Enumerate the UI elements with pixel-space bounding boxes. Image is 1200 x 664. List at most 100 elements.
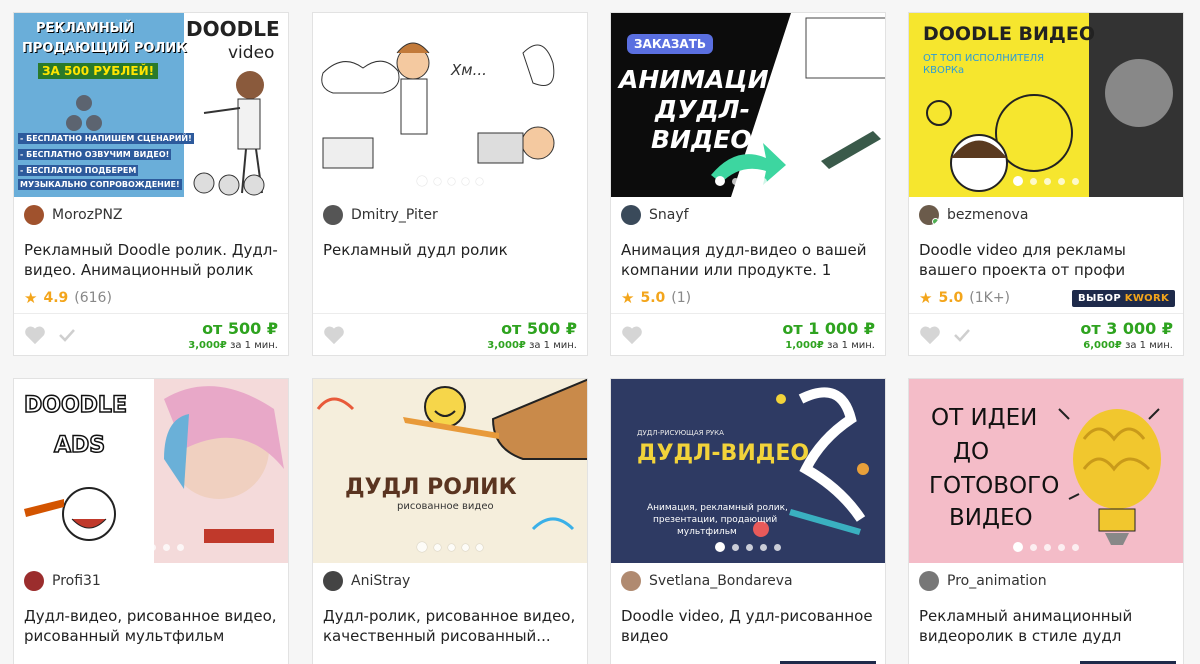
kwork-card[interactable]: DOODLE ADS Profi31 Дудл-видео, рисованно… [13,378,289,664]
seller-info[interactable]: Dmitry_Piter [323,205,438,225]
carousel-dot[interactable] [149,543,156,551]
card-title[interactable]: Дудл-видео, рисованное видео, рисованный… [24,606,280,646]
seller-name[interactable]: Svetlana_Bondareva [649,573,793,589]
carousel-dot[interactable] [732,177,739,185]
check-icon[interactable] [58,327,76,343]
avatar[interactable] [919,205,939,225]
carousel-dot[interactable] [774,543,781,551]
card-title[interactable]: Doodle video для рекламы вашего проекта … [919,240,1175,280]
card-title[interactable]: Рекламный анимационный видеоролик в стил… [919,606,1175,646]
kwork-card[interactable]: ЗАКАЗАТЬ АНИМАЦИЯ ДУДЛ- ВИДЕО Snayf Аним… [610,12,886,356]
card-thumbnail[interactable]: DOODLE ADS [14,379,288,563]
seller-name[interactable]: AniStray [351,573,410,589]
carousel-dots [313,542,587,552]
kwork-card[interactable]: ДУДЛ-РИСУЮЩАЯ РУКА ДУДЛ-ВИДЕО Анимация, … [610,378,886,664]
carousel-dot[interactable] [417,176,427,186]
card-title[interactable]: Рекламный Doodle ролик. Дудл-видео. Аним… [24,240,280,280]
seller-name[interactable]: Profi31 [52,573,101,589]
carousel-dot[interactable] [417,542,427,552]
avatar[interactable] [621,205,641,225]
carousel-dot[interactable] [1058,177,1065,185]
thumb-bullet: - БЕСПЛАТНО ПОДБЕРЕМ [18,165,139,176]
carousel-dot[interactable] [1013,542,1023,552]
avatar[interactable] [24,571,44,591]
card-title[interactable]: Анимация дудл-видео о вашей компании или… [621,240,877,280]
card-thumbnail[interactable]: DOODLE ВИДЕО ОТ ТОП ИСПОЛНИТЕЛЯ КВОРКа [909,13,1183,197]
carousel-dot[interactable] [732,543,739,551]
carousel-dot[interactable] [746,177,753,185]
card-thumbnail[interactable]: ДУДЛ РОЛИК рисованное видео [313,379,587,563]
seller-info[interactable]: Pro_animation [919,571,1047,591]
thumb-headline: РЕКЛАМНЫЙ [36,21,135,36]
carousel-dot[interactable] [1030,543,1037,551]
carousel-dot[interactable] [1013,176,1023,186]
carousel-dot[interactable] [774,177,781,185]
avatar[interactable] [24,205,44,225]
carousel-dot[interactable] [476,543,483,551]
carousel-dot[interactable] [746,543,753,551]
heart-icon[interactable] [24,325,46,345]
kwork-card[interactable]: ДУДЛ РОЛИК рисованное видео AniStray Дуд… [312,378,588,664]
seller-name[interactable]: bezmenova [947,207,1028,223]
carousel-dot[interactable] [1030,177,1037,185]
thumb-headline: ДУДЛ- [655,95,750,124]
carousel-dot[interactable] [163,543,170,551]
card-thumbnail[interactable]: ЗАКАЗАТЬ АНИМАЦИЯ ДУДЛ- ВИДЕО [611,13,885,197]
card-thumbnail[interactable]: ОТ ИДЕИ ДО ГОТОВОГО ВИДЕО [909,379,1183,563]
carousel-dot[interactable] [135,543,142,551]
carousel-dot[interactable] [462,177,469,185]
seller-info[interactable]: Snayf [621,205,689,225]
check-icon[interactable] [953,327,971,343]
carousel-dot[interactable] [1044,543,1051,551]
divider [313,313,587,314]
avatar[interactable] [919,571,939,591]
kwork-card[interactable]: Хм... Dmitry_Piter Рекламный дудл ролик … [312,12,588,356]
carousel-dot[interactable] [715,542,725,552]
card-thumbnail[interactable]: Хм... [313,13,587,197]
kwork-choice-badge: ВЫБОР KWORK [1072,290,1175,307]
kwork-card[interactable]: ОТ ИДЕИ ДО ГОТОВОГО ВИДЕО Pro_animation … [908,378,1184,664]
carousel-dot[interactable] [1072,543,1079,551]
card-thumbnail[interactable]: ДУДЛ-РИСУЮЩАЯ РУКА ДУДЛ-ВИДЕО Анимация, … [611,379,885,563]
carousel-dot[interactable] [448,543,455,551]
carousel-dot[interactable] [1058,543,1065,551]
thumb-bullet: МУЗЫКАЛЬНО СОПРОВОЖДЕНИЕ! [18,179,182,190]
thumb-headline: ADS [53,432,106,459]
seller-info[interactable]: bezmenova [919,205,1028,225]
seller-name[interactable]: Snayf [649,207,689,223]
seller-name[interactable]: Dmitry_Piter [351,207,438,223]
avatar[interactable] [323,571,343,591]
carousel-dot[interactable] [462,543,469,551]
kwork-card[interactable]: РЕКЛАМНЫЙ ПРОДАЮЩИЙ РОЛИК ЗА 500 РУБЛЕЙ!… [13,12,289,356]
seller-info[interactable]: Svetlana_Bondareva [621,571,793,591]
thumb-headline: DOODLE [23,392,127,419]
card-title[interactable]: Дудл-ролик, рисованное видео, качественн… [323,606,579,646]
carousel-dot[interactable] [177,543,184,551]
carousel-dot[interactable] [760,177,767,185]
carousel-dot[interactable] [434,543,441,551]
seller-name[interactable]: MorozPNZ [52,207,123,223]
carousel-dot[interactable] [118,542,128,552]
seller-info[interactable]: Profi31 [24,571,101,591]
carousel-dot[interactable] [448,177,455,185]
seller-info[interactable]: AniStray [323,571,410,591]
avatar[interactable] [323,205,343,225]
carousel-dot[interactable] [715,176,725,186]
heart-icon[interactable] [621,325,643,345]
avatar[interactable] [621,571,641,591]
carousel-dot[interactable] [1044,177,1051,185]
seller-name[interactable]: Pro_animation [947,573,1047,589]
seller-info[interactable]: MorozPNZ [24,205,123,225]
card-title[interactable]: Рекламный дудл ролик [323,240,579,280]
heart-icon[interactable] [323,325,345,345]
kwork-card[interactable]: DOODLE ВИДЕО ОТ ТОП ИСПОЛНИТЕЛЯ КВОРКа b… [908,12,1184,356]
carousel-dot[interactable] [476,177,483,185]
carousel-dot[interactable] [760,543,767,551]
carousel-dots [313,176,587,186]
thumb-headline: ВИДЕО [651,125,752,154]
heart-icon[interactable] [919,325,941,345]
carousel-dot[interactable] [1072,177,1079,185]
carousel-dot[interactable] [434,177,441,185]
card-title[interactable]: Doodle video, Д удл-рисованное видео [621,606,877,646]
card-thumbnail[interactable]: РЕКЛАМНЫЙ ПРОДАЮЩИЙ РОЛИК ЗА 500 РУБЛЕЙ!… [14,13,288,197]
